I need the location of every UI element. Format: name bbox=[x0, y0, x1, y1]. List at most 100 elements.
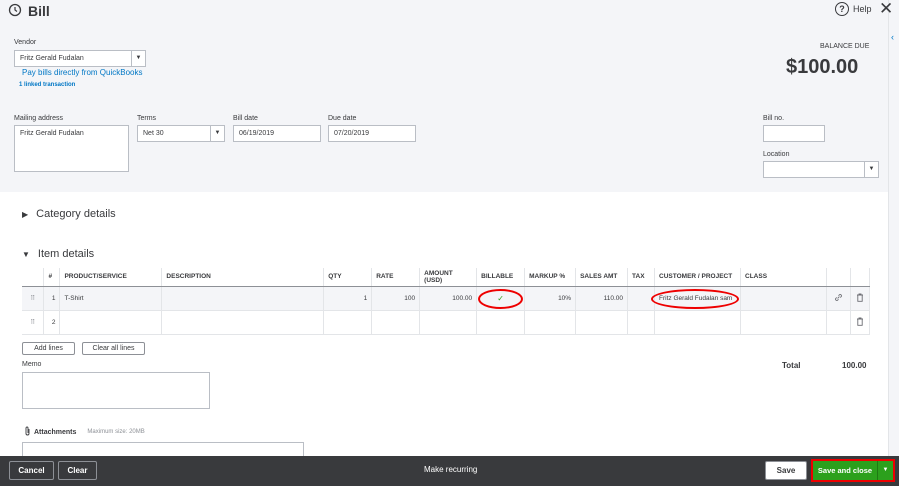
row-class[interactable] bbox=[740, 310, 827, 335]
row-markup[interactable]: 10% bbox=[524, 286, 577, 311]
col-amount: AMOUNT (USD) bbox=[419, 268, 478, 287]
billable-highlight-ring bbox=[478, 289, 523, 309]
table-header-row: # PRODUCT/SERVICE DESCRIPTION QTY RATE A… bbox=[22, 268, 871, 287]
col-sales-amt: SALES AMT bbox=[575, 268, 629, 287]
row-qty[interactable]: 1 bbox=[323, 286, 373, 311]
link-icon[interactable] bbox=[826, 286, 851, 311]
customer-highlight-ring bbox=[651, 289, 739, 309]
chevron-down-icon[interactable]: ▼ bbox=[864, 162, 878, 177]
vendor-label: Vendor bbox=[14, 39, 37, 46]
collapse-panel-icon[interactable]: ‹ bbox=[891, 32, 894, 42]
col-rate: RATE bbox=[371, 268, 421, 287]
bill-date-label: Bill date bbox=[233, 115, 258, 122]
linked-transaction-link[interactable]: 1 linked transaction bbox=[19, 82, 75, 88]
row-description[interactable] bbox=[161, 310, 325, 335]
clear-all-lines-button[interactable]: Clear all lines bbox=[82, 342, 145, 355]
help-label[interactable]: Help bbox=[853, 4, 872, 14]
attachments-max-size: Maximum size: 20MB bbox=[87, 429, 145, 435]
chevron-down-icon[interactable]: ▼ bbox=[131, 51, 145, 66]
row-class[interactable] bbox=[740, 286, 827, 311]
bill-date-value: 06/19/2019 bbox=[239, 130, 275, 137]
col-billable: BILLABLE bbox=[476, 268, 526, 287]
row-rate[interactable] bbox=[371, 310, 421, 335]
chevron-down-icon[interactable]: ▼ bbox=[877, 461, 893, 480]
page-title: Bill bbox=[28, 3, 50, 19]
memo-field[interactable] bbox=[22, 372, 210, 409]
help-link[interactable]: ? Help bbox=[835, 2, 872, 16]
balance-due-amount: $100.00 bbox=[786, 56, 859, 78]
row-amount[interactable] bbox=[419, 310, 478, 335]
attachments-header: Attachments Maximum size: 20MB bbox=[24, 426, 145, 438]
row-tax[interactable] bbox=[627, 310, 656, 335]
row-markup[interactable] bbox=[524, 310, 577, 335]
paperclip-icon bbox=[24, 426, 31, 438]
col-link bbox=[826, 268, 851, 287]
total-label: Total bbox=[782, 361, 801, 370]
row-rate[interactable]: 100 bbox=[371, 286, 421, 311]
col-tax: TAX bbox=[627, 268, 656, 287]
bill-no-field[interactable] bbox=[763, 125, 825, 142]
balance-due-label: BALANCE DUE bbox=[820, 43, 870, 50]
row-sales-amt[interactable] bbox=[575, 310, 629, 335]
row-qty[interactable] bbox=[323, 310, 373, 335]
table-row[interactable]: ⠿ 1 T-Shirt 1 100 100.00 ✓ 10% 110.00 Fr… bbox=[22, 286, 871, 311]
add-lines-button[interactable]: Add lines bbox=[22, 342, 75, 355]
due-date-value: 07/20/2019 bbox=[334, 130, 370, 137]
row-product[interactable] bbox=[59, 310, 163, 335]
right-scrollbar[interactable]: ‹ bbox=[888, 0, 899, 456]
vendor-select[interactable]: Fritz Gerald Fudalan ▼ bbox=[14, 50, 146, 67]
terms-label: Terms bbox=[137, 115, 157, 122]
bill-date-field[interactable]: 06/19/2019 bbox=[233, 125, 321, 142]
cancel-button[interactable]: Cancel bbox=[9, 461, 54, 480]
drag-handle-icon[interactable]: ⠿ bbox=[22, 286, 45, 311]
row-product[interactable]: T-Shirt bbox=[59, 286, 163, 311]
save-button[interactable]: Save bbox=[765, 461, 807, 480]
row-sales-amt[interactable]: 110.00 bbox=[575, 286, 629, 311]
pay-bills-link[interactable]: Pay bills directly from QuickBooks bbox=[22, 68, 142, 77]
col-delete bbox=[850, 268, 871, 287]
due-date-field[interactable]: 07/20/2019 bbox=[328, 125, 416, 142]
category-details-toggle[interactable]: ▶ Category details bbox=[22, 208, 116, 220]
terms-select[interactable]: Net 30 ▼ bbox=[137, 125, 225, 142]
drag-column-header bbox=[22, 268, 45, 287]
row-description[interactable] bbox=[161, 286, 325, 311]
table-row[interactable]: ⠿ 2 bbox=[22, 310, 871, 335]
mailing-address-field[interactable]: Fritz Gerald Fudalan bbox=[14, 125, 129, 172]
title-row: Bill bbox=[8, 3, 50, 19]
col-class: CLASS bbox=[740, 268, 827, 287]
col-num: # bbox=[43, 268, 61, 287]
memo-label: Memo bbox=[22, 361, 42, 368]
row-customer[interactable] bbox=[654, 310, 741, 335]
col-description: DESCRIPTION bbox=[161, 268, 325, 287]
col-product: PRODUCT/SERVICE bbox=[59, 268, 163, 287]
due-date-label: Due date bbox=[328, 115, 357, 122]
row-billable-checkbox[interactable] bbox=[476, 310, 526, 335]
history-icon[interactable] bbox=[8, 3, 22, 19]
item-details-label: Item details bbox=[37, 248, 95, 260]
row-amount[interactable]: 100.00 bbox=[419, 286, 478, 311]
attachments-label: Attachments bbox=[34, 428, 77, 436]
attachments-dropzone[interactable] bbox=[22, 442, 304, 456]
location-label: Location bbox=[763, 151, 790, 158]
trash-icon[interactable] bbox=[850, 286, 871, 311]
help-icon[interactable]: ? bbox=[835, 2, 849, 16]
mailing-address-label: Mailing address bbox=[14, 115, 64, 122]
save-and-close-button[interactable]: Save and close ▼ bbox=[813, 461, 893, 480]
row-num: 1 bbox=[43, 286, 61, 311]
close-icon[interactable]: ✕ bbox=[879, 0, 893, 18]
drag-handle-icon[interactable]: ⠿ bbox=[22, 310, 45, 335]
mailing-address-value: Fritz Gerald Fudalan bbox=[20, 130, 84, 137]
chevron-down-icon: ▼ bbox=[22, 249, 30, 259]
chevron-right-icon: ▶ bbox=[22, 209, 29, 219]
clear-button[interactable]: Clear bbox=[58, 461, 97, 480]
chevron-down-icon[interactable]: ▼ bbox=[210, 126, 224, 141]
link-cell bbox=[826, 310, 851, 335]
total-value: 100.00 bbox=[842, 361, 867, 370]
item-details-toggle[interactable]: ▼ Item details bbox=[22, 248, 94, 260]
location-select[interactable]: ▼ bbox=[763, 161, 879, 178]
col-customer: CUSTOMER / PROJECT bbox=[654, 268, 741, 287]
save-and-close-label[interactable]: Save and close bbox=[813, 461, 877, 480]
trash-icon[interactable] bbox=[850, 310, 871, 335]
item-details-table: # PRODUCT/SERVICE DESCRIPTION QTY RATE A… bbox=[22, 268, 871, 335]
make-recurring-link[interactable]: Make recurring bbox=[424, 465, 477, 474]
